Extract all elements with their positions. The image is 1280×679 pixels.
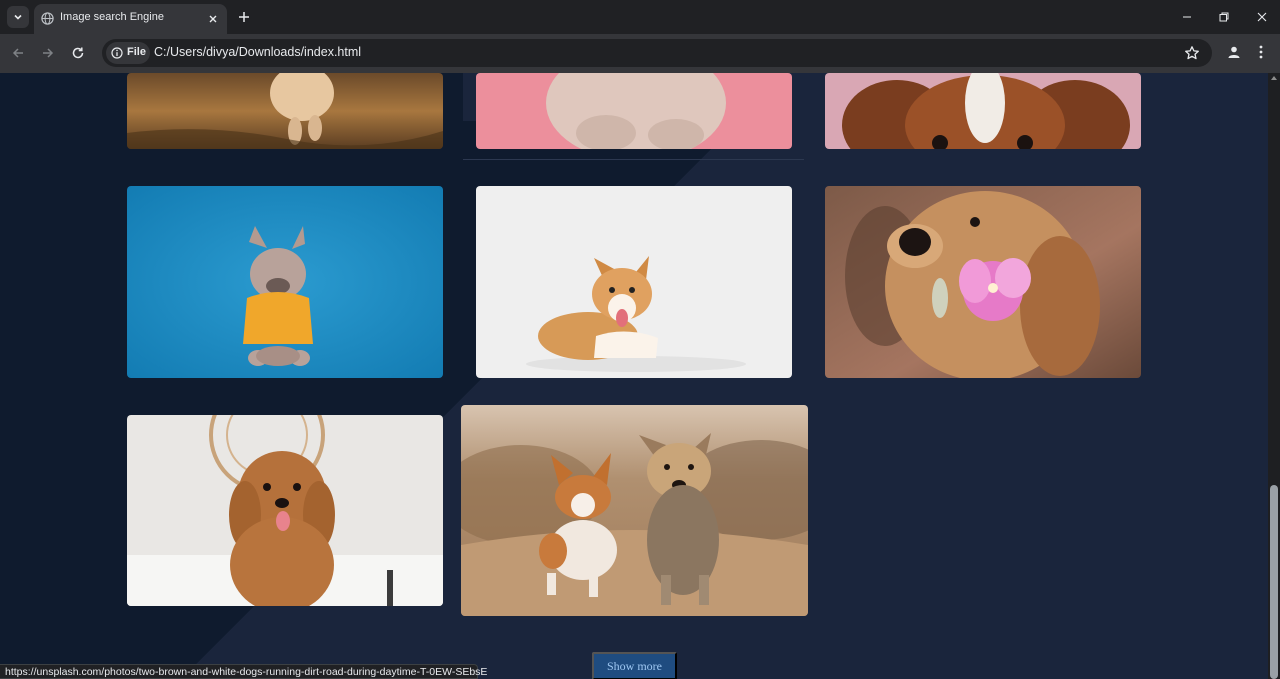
corgi-photo	[476, 186, 792, 378]
image-result[interactable]	[127, 415, 443, 606]
divider	[463, 159, 804, 160]
star-icon[interactable]	[1184, 45, 1200, 61]
image-result[interactable]	[461, 405, 808, 616]
browser-toolbar: File C:/Users/divya/Downloads/index.html	[0, 34, 1280, 73]
image-result[interactable]	[825, 186, 1141, 378]
file-chip-label: File	[127, 46, 146, 58]
globe-icon	[41, 12, 54, 25]
image-result[interactable]	[825, 73, 1141, 149]
image-result[interactable]	[127, 186, 443, 378]
golden-retriever-photo	[825, 186, 1141, 378]
close-icon[interactable]	[205, 11, 221, 27]
spaniel-photo	[825, 73, 1141, 149]
page-scrollbar[interactable]	[1268, 73, 1280, 679]
image-result[interactable]	[476, 73, 792, 149]
plus-icon[interactable]	[235, 8, 253, 26]
arrow-right-icon[interactable]	[39, 44, 57, 62]
scroll-thumb[interactable]	[1270, 485, 1278, 679]
arrow-left-icon[interactable]	[9, 44, 27, 62]
puppy-photo	[127, 73, 443, 149]
restore-icon[interactable]	[1215, 8, 1233, 26]
person-icon[interactable]	[1225, 43, 1243, 61]
two-dogs-running-photo	[461, 405, 808, 616]
tab-title: Image search Engine	[60, 11, 164, 23]
url-text[interactable]: C:/Users/divya/Downloads/index.html	[154, 45, 361, 59]
reload-icon[interactable]	[69, 44, 87, 62]
french-bulldog-photo	[127, 186, 443, 378]
link-status-bubble: https://unsplash.com/photos/two-brown-an…	[0, 664, 487, 679]
address-bar[interactable]: File C:/Users/divya/Downloads/index.html	[102, 39, 1212, 67]
minimize-icon[interactable]	[1178, 8, 1196, 26]
browser-tab[interactable]: Image search Engine	[34, 4, 227, 34]
scroll-up-arrow-icon[interactable]	[1271, 76, 1277, 80]
show-more-button[interactable]: Show more	[592, 652, 677, 679]
image-result[interactable]	[476, 186, 792, 378]
close-window-icon[interactable]	[1253, 8, 1271, 26]
site-info-chip[interactable]: File	[106, 42, 150, 64]
page-content: Show more	[0, 73, 1268, 679]
chevron-down-icon[interactable]	[7, 6, 29, 28]
fluffy-puppy-photo	[476, 73, 792, 149]
tab-strip: Image search Engine	[0, 0, 1280, 34]
image-result[interactable]	[127, 73, 443, 149]
doodle-photo	[127, 415, 443, 606]
info-icon	[111, 47, 123, 59]
kebab-menu-icon[interactable]	[1256, 43, 1266, 61]
status-url: https://unsplash.com/photos/two-brown-an…	[5, 666, 488, 678]
